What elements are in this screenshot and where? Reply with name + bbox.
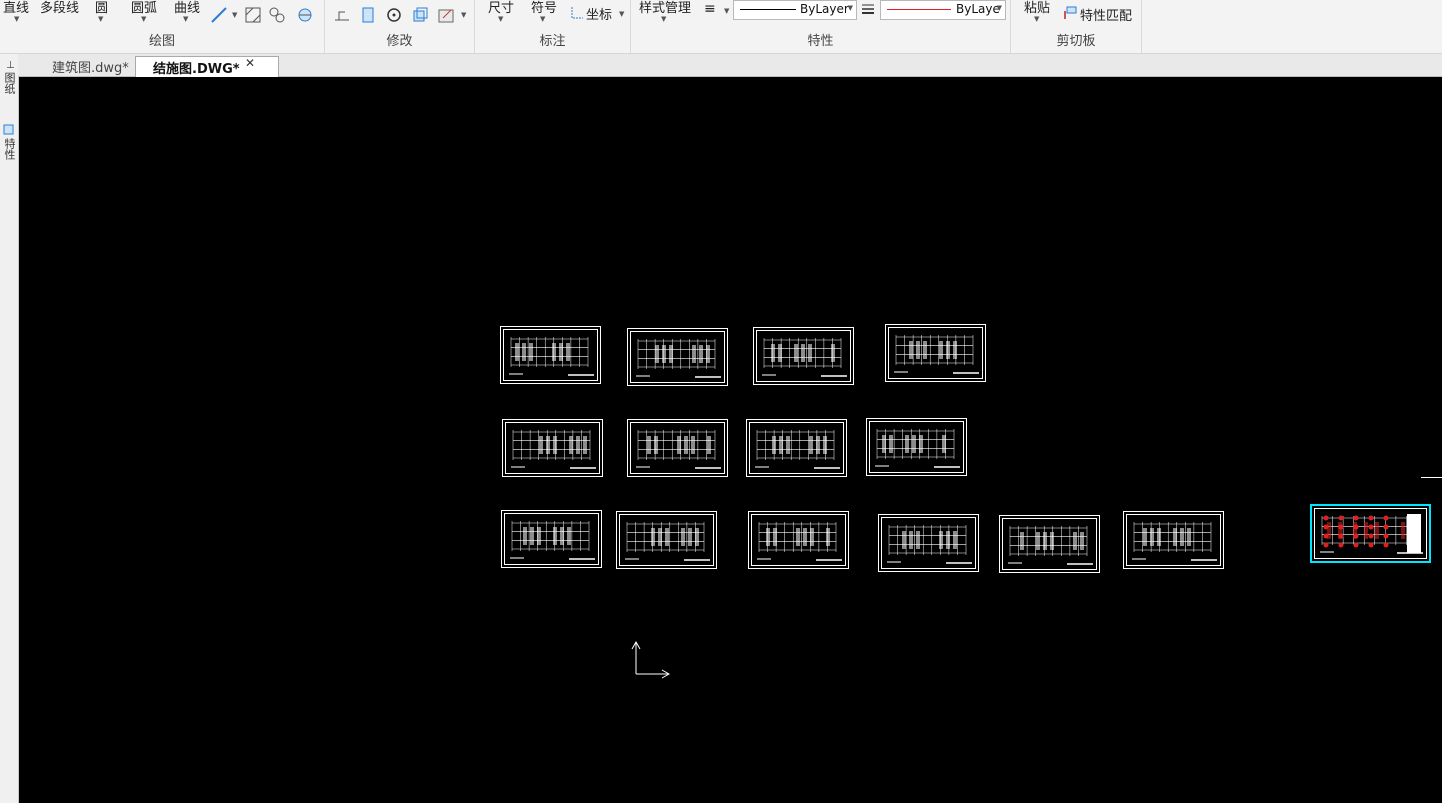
arc-dropdown-icon[interactable]: ▼ <box>141 15 146 23</box>
properties-panel-tab[interactable]: 特性 <box>2 138 16 160</box>
color-dropdown-icon[interactable]: ▼ <box>997 4 1002 12</box>
hatch-icon[interactable] <box>244 6 262 24</box>
paste-dropdown-icon[interactable]: ▼ <box>1034 15 1039 23</box>
sheet-linework <box>887 525 972 564</box>
symbol-button[interactable]: 符号 <box>531 0 557 16</box>
coordinate-icon[interactable] <box>569 5 585 21</box>
sheet-linework <box>875 429 960 468</box>
circle-dropdown-icon[interactable]: ▼ <box>98 15 103 23</box>
linetype-value: ByLayer <box>800 2 849 16</box>
sheet-linework <box>762 338 847 377</box>
ucs-icon <box>631 640 671 679</box>
sheet-linework <box>636 339 721 378</box>
stretch-icon[interactable] <box>333 6 351 24</box>
tab-structural-drawing[interactable]: 结施图.DWG* <box>135 56 279 77</box>
construction-line-icon[interactable] <box>210 6 228 24</box>
line-dropdown-icon[interactable]: ▼ <box>14 15 19 23</box>
clipboard-group-label: 剪切板 <box>1056 34 1096 49</box>
lineweight-icon[interactable] <box>861 2 875 16</box>
properties-group-label: 特性 <box>807 34 834 49</box>
drawing-sheet[interactable] <box>1123 511 1224 569</box>
arc-button[interactable]: 圆弧 <box>131 0 157 16</box>
drawing-sheet[interactable] <box>627 328 728 386</box>
drawing-sheet[interactable] <box>885 324 986 382</box>
canvas-edge-marker <box>1421 477 1442 478</box>
drawing-sheet[interactable] <box>746 419 847 477</box>
paste-button[interactable]: 粘贴 <box>1024 0 1050 16</box>
color-preview <box>887 9 951 10</box>
ribbon: 直线 ▼ 多段线 圆 ▼ 圆弧 ▼ 曲线 ▼ ▼ 绘图 ▼ 修改 尺寸 ▼ 符号… <box>0 0 1442 54</box>
properties-panel-icon[interactable] <box>3 124 14 135</box>
drawing-sheet[interactable] <box>501 510 602 568</box>
circle-button[interactable]: 圆 <box>95 0 108 16</box>
sheet-linework <box>510 521 595 560</box>
style-manager-button[interactable]: 样式管理 <box>639 0 691 16</box>
drawing-sheet[interactable] <box>878 514 979 572</box>
construction-line-dropdown-icon[interactable]: ▼ <box>232 11 237 19</box>
coordinate-dropdown-icon[interactable]: ▼ <box>619 10 624 18</box>
linetype-combo[interactable]: ByLayer ▼ <box>733 0 857 20</box>
match-properties-icon[interactable] <box>1062 5 1078 21</box>
clipboard-group: 粘贴 ▼ 特性匹配 剪切板 <box>1011 0 1142 53</box>
sheet-linework <box>625 522 710 561</box>
drawing-sheet[interactable] <box>616 511 717 569</box>
sheet-linework <box>755 430 840 469</box>
tab-label: 结施图.DWG* <box>153 62 240 77</box>
sheet-linework <box>757 522 842 561</box>
annotate-group: 尺寸 ▼ 符号 ▼ 坐标 ▼ 标注 <box>475 0 631 53</box>
sheet-linework <box>894 335 979 374</box>
region-icon[interactable] <box>268 6 286 24</box>
sheet-linework <box>1132 522 1217 561</box>
rotate-icon[interactable] <box>385 6 403 24</box>
draw-group: 直线 ▼ 多段线 圆 ▼ 圆弧 ▼ 曲线 ▼ ▼ 绘图 <box>0 0 325 53</box>
tab-label: 建筑图.dwg* <box>52 61 129 76</box>
drawing-sheet[interactable] <box>500 326 601 384</box>
style-manager-dropdown-icon[interactable]: ▼ <box>661 15 666 23</box>
selected-drawing-sheet[interactable] <box>1310 504 1431 563</box>
line-button[interactable]: 直线 <box>3 0 29 16</box>
drawing-sheet[interactable] <box>866 418 967 476</box>
curve-dropdown-icon[interactable]: ▼ <box>183 15 188 23</box>
properties-group: 样式管理 ▼ ≡ ▼ ByLayer ▼ ByLaye ▼ 特性 <box>631 0 1011 53</box>
copy-icon[interactable] <box>411 6 429 24</box>
drawing-sheet[interactable] <box>748 511 849 569</box>
modify-group-label: 修改 <box>386 34 413 49</box>
sheet-linework <box>1320 514 1423 554</box>
mirror-icon[interactable] <box>359 6 377 24</box>
annotate-group-label: 标注 <box>539 34 566 49</box>
sheet-linework <box>511 430 596 469</box>
drawing-sheet[interactable] <box>999 515 1100 573</box>
drawing-sheet[interactable] <box>627 419 728 477</box>
color-combo[interactable]: ByLaye ▼ <box>880 0 1006 20</box>
coordinate-button[interactable]: 坐标 <box>586 4 612 23</box>
dimension-dropdown-icon[interactable]: ▼ <box>498 15 503 23</box>
tab-building-drawing[interactable]: 建筑图.dwg* <box>52 56 132 76</box>
linetype-preview <box>740 9 796 10</box>
symbol-dropdown-icon[interactable]: ▼ <box>540 15 545 23</box>
array-dropdown-icon[interactable]: ▼ <box>461 11 466 19</box>
lineweight-list-icon[interactable]: ≡ <box>704 1 716 17</box>
drawings-panel-tab[interactable]: 图纸 <box>2 72 16 94</box>
boundary-icon[interactable] <box>296 6 314 24</box>
curve-button[interactable]: 曲线 <box>174 0 200 16</box>
sheet-linework <box>636 430 721 469</box>
dimension-button[interactable]: 尺寸 <box>488 0 514 16</box>
document-tab-bar: 建筑图.dwg* 结施图.DWG* ✕ <box>18 54 1442 77</box>
drawing-sheet[interactable] <box>753 327 854 385</box>
polyline-button[interactable]: 多段线 <box>40 0 79 16</box>
drawing-canvas[interactable] <box>19 77 1442 803</box>
modify-group: ▼ 修改 <box>325 0 475 53</box>
match-properties-button[interactable]: 特性匹配 <box>1080 5 1132 24</box>
color-value: ByLaye <box>956 2 1000 16</box>
sheet-linework <box>1008 526 1093 565</box>
drawing-sheet[interactable] <box>502 419 603 477</box>
linetype-dropdown-icon[interactable]: ▼ <box>848 4 853 12</box>
draw-group-label: 绘图 <box>148 34 175 49</box>
close-tab-icon[interactable]: ✕ <box>245 56 255 70</box>
left-panel-strip: ⊣ 图纸 特性 <box>0 54 19 803</box>
pin-icon[interactable]: ⊣ <box>2 60 15 69</box>
array-icon[interactable] <box>437 6 455 24</box>
sheet-linework <box>509 337 594 376</box>
lineweight-list-dropdown-icon[interactable]: ▼ <box>724 7 729 15</box>
